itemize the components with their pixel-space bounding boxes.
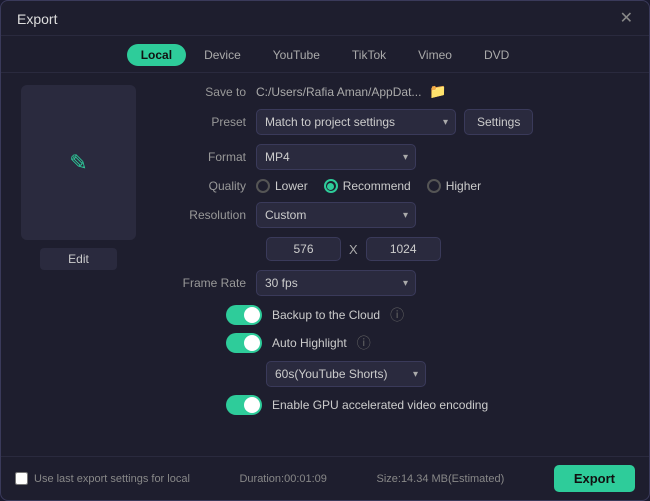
folder-icon[interactable]: 📁	[429, 83, 446, 100]
preset-row: Preset Match to project settings Setting…	[166, 109, 629, 135]
preset-select[interactable]: Match to project settings	[256, 109, 456, 135]
quality-higher-option[interactable]: Higher	[427, 179, 481, 193]
backup-toggle-knob	[244, 307, 260, 323]
resolution-select-wrapper: Custom	[256, 202, 416, 228]
frame-rate-content: 30 fps	[256, 270, 629, 296]
title-bar: Export ✕	[1, 1, 649, 36]
backup-label: Backup to the Cloud	[272, 308, 380, 322]
auto-highlight-toggle[interactable]	[226, 333, 262, 353]
tab-local[interactable]: Local	[127, 44, 186, 66]
resolution-select[interactable]: Custom	[256, 202, 416, 228]
gpu-row: Enable GPU accelerated video encoding	[166, 395, 629, 415]
export-window: Export ✕ Local Device YouTube TikTok Vim…	[0, 0, 650, 501]
backup-toggle[interactable]	[226, 305, 262, 325]
youtube-shorts-select-wrapper: 60s(YouTube Shorts)	[266, 361, 426, 387]
frame-rate-select[interactable]: 30 fps	[256, 270, 416, 296]
quality-recommend-label: Recommend	[343, 179, 411, 193]
edit-button[interactable]: Edit	[40, 248, 117, 270]
tab-youtube[interactable]: YouTube	[259, 44, 334, 66]
use-last-settings-label: Use last export settings for local	[34, 473, 190, 485]
format-label: Format	[166, 150, 256, 164]
gpu-toggle[interactable]	[226, 395, 262, 415]
quality-lower-radio[interactable]	[256, 179, 270, 193]
footer-size: Size:14.34 MB(Estimated)	[376, 473, 504, 485]
quality-row: Quality Lower Recommend Higher	[166, 179, 629, 193]
window-title: Export	[17, 11, 57, 27]
quality-recommend-radio[interactable]	[324, 179, 338, 193]
footer: Use last export settings for local Durat…	[1, 456, 649, 500]
preset-select-wrapper: Match to project settings	[256, 109, 456, 135]
quality-options: Lower Recommend Higher	[256, 179, 629, 193]
close-button[interactable]: ✕	[620, 11, 633, 27]
auto-highlight-label: Auto Highlight	[272, 336, 347, 350]
frame-rate-row: Frame Rate 30 fps	[166, 270, 629, 296]
gpu-toggle-knob	[244, 397, 260, 413]
resolution-row: Resolution Custom	[166, 202, 629, 228]
quality-lower-option[interactable]: Lower	[256, 179, 308, 193]
tab-bar: Local Device YouTube TikTok Vimeo DVD	[1, 36, 649, 73]
save-path-text: C:/Users/Rafia Aman/AppDat...	[256, 85, 421, 99]
quality-recommend-option[interactable]: Recommend	[324, 179, 411, 193]
preview-panel: ✎ Edit	[1, 73, 156, 456]
use-last-settings-checkbox[interactable]	[15, 472, 28, 485]
auto-highlight-info-icon[interactable]: ⓘ	[357, 333, 371, 353]
tab-tiktok[interactable]: TikTok	[338, 44, 400, 66]
quality-higher-radio[interactable]	[427, 179, 441, 193]
settings-panel: Save to C:/Users/Rafia Aman/AppDat... 📁 …	[156, 73, 649, 456]
footer-duration: Duration:00:01:09	[239, 473, 326, 485]
quality-lower-label: Lower	[275, 179, 308, 193]
resolution-label: Resolution	[166, 208, 256, 222]
format-content: MP4	[256, 144, 629, 170]
footer-left: Use last export settings for local	[15, 472, 190, 485]
youtube-shorts-select[interactable]: 60s(YouTube Shorts)	[266, 361, 426, 387]
format-select-wrapper: MP4	[256, 144, 416, 170]
save-to-row: Save to C:/Users/Rafia Aman/AppDat... 📁	[166, 83, 629, 100]
width-input[interactable]	[266, 237, 341, 261]
tab-device[interactable]: Device	[190, 44, 255, 66]
settings-button[interactable]: Settings	[464, 109, 533, 135]
tab-vimeo[interactable]: Vimeo	[404, 44, 466, 66]
quality-higher-label: Higher	[446, 179, 481, 193]
gpu-label: Enable GPU accelerated video encoding	[272, 398, 488, 412]
resolution-content: Custom	[256, 202, 629, 228]
pencil-icon: ✎	[69, 150, 87, 176]
preset-content: Match to project settings Settings	[256, 109, 629, 135]
save-to-content: C:/Users/Rafia Aman/AppDat... 📁	[256, 83, 629, 100]
youtube-shorts-row: 60s(YouTube Shorts)	[166, 361, 629, 387]
preset-label: Preset	[166, 115, 256, 129]
save-to-label: Save to	[166, 85, 256, 99]
export-button[interactable]: Export	[554, 465, 635, 492]
preview-thumbnail: ✎	[21, 85, 136, 240]
radio-inner-dot	[327, 183, 334, 190]
auto-highlight-row: Auto Highlight ⓘ	[166, 333, 629, 353]
format-row: Format MP4	[166, 144, 629, 170]
main-content: ✎ Edit Save to C:/Users/Rafia Aman/AppDa…	[1, 73, 649, 456]
tab-dvd[interactable]: DVD	[470, 44, 523, 66]
format-select[interactable]: MP4	[256, 144, 416, 170]
quality-label: Quality	[166, 179, 256, 193]
frame-rate-label: Frame Rate	[166, 276, 256, 290]
height-input[interactable]	[366, 237, 441, 261]
dimension-inputs: X	[266, 237, 629, 261]
auto-highlight-toggle-knob	[244, 335, 260, 351]
dimension-x-separator: X	[349, 242, 358, 257]
backup-row: Backup to the Cloud ⓘ	[166, 305, 629, 325]
backup-info-icon[interactable]: ⓘ	[390, 305, 404, 325]
frame-rate-select-wrapper: 30 fps	[256, 270, 416, 296]
